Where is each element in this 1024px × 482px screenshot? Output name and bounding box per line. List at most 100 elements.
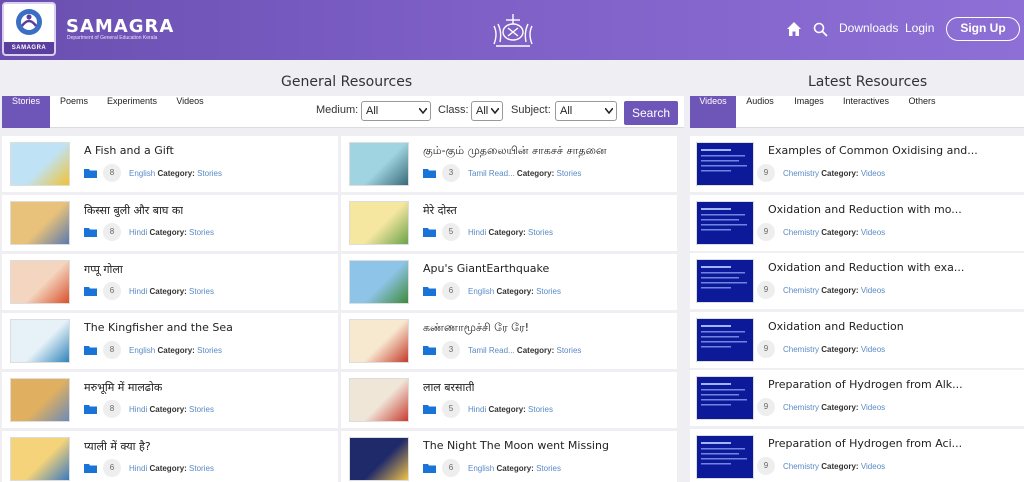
search-button[interactable]: Search [624,101,678,125]
general-resource-card[interactable]: प्याली में क्या है? 6 Hindi Category: Stor… [2,431,338,482]
samagra-logo[interactable]: SAMAGRA [2,2,56,56]
resource-category[interactable]: Stories [557,169,582,178]
resource-count: 5 [442,223,460,241]
latest-resource-card[interactable]: Oxidation and Reduction 9 Chemistry Catego… [690,311,1024,368]
resource-subject[interactable]: Chemistry [783,403,819,412]
resource-category[interactable]: Stories [189,287,214,296]
resource-count: 9 [757,281,775,299]
video-slide-graphic [701,441,747,464]
resource-category[interactable]: Stories [536,287,561,296]
general-resource-card[interactable]: The Night The Moon went Missing 6 English … [341,431,677,482]
resource-title: கண்ணாமூச்சி ரே ரே! [423,321,530,334]
resource-category[interactable]: Videos [861,228,885,237]
tab-experiments[interactable]: Experiments [100,96,164,128]
downloads-link[interactable]: Downloads [839,21,898,35]
resource-language[interactable]: Hindi [129,228,147,237]
general-resource-card[interactable]: Apu's GiantEarthquake 6 English Category: … [341,254,677,310]
medium-select[interactable]: All [361,101,431,121]
folder-icon [84,287,97,296]
subject-select[interactable]: All [555,101,617,121]
resource-category[interactable]: Videos [861,345,885,354]
video-thumbnail [696,434,754,479]
resource-language[interactable]: Hindi [129,405,147,414]
folder-icon [423,464,436,473]
latest-resource-card[interactable]: Examples of Common Oxidising and... 9 Chem… [690,136,1024,192]
resource-category[interactable]: Stories [197,346,222,355]
resource-language[interactable]: English [468,287,494,296]
resource-language[interactable]: Hindi [468,405,486,414]
category-label: Category: [516,169,555,178]
resource-count: 5 [442,400,460,418]
resource-subject[interactable]: Chemistry [783,462,819,471]
latest-resource-card[interactable]: Preparation of Hydrogen from Alk... 9 Chem… [690,370,1024,426]
home-icon[interactable] [786,21,802,37]
tab-stories[interactable]: Stories [2,96,50,128]
general-resource-card[interactable]: A Fish and a Gift 8 English Category: Stor… [2,136,338,192]
tab-videos[interactable]: Videos [168,96,212,128]
resource-meta: English Category: Stories [129,346,222,355]
resource-language[interactable]: English [129,346,155,355]
resource-subject[interactable]: Chemistry [783,169,819,178]
general-resource-card[interactable]: கும்-கும் முதலையின் சாகசச் சாதனை 3 Tamil R… [341,136,677,192]
general-resource-card[interactable]: கண்ணாமூச்சி ரே ரே! 3 Tamil Read... Categor… [341,313,677,369]
subject-value: All [560,105,573,117]
resource-category[interactable]: Videos [861,462,885,471]
general-resource-card[interactable]: मरुभूमि में मालढोक 8 Hindi Category: Stori… [2,372,338,428]
resource-thumbnail [349,142,409,186]
resource-category[interactable]: Stories [557,346,582,355]
resource-category[interactable]: Stories [197,169,222,178]
tab-latest-audios[interactable]: Audios [740,96,780,128]
resource-category[interactable]: Stories [536,464,561,473]
resource-subject[interactable]: Chemistry [783,228,819,237]
signup-button[interactable]: Sign Up [946,17,1020,41]
general-resource-card[interactable]: किस्सा बुली और बाघ का 8 Hindi Category: St… [2,195,338,251]
resource-title: किस्सा बुली और बाघ का [84,204,184,217]
resource-category[interactable]: Stories [189,405,214,414]
resource-language[interactable]: English [468,464,494,473]
folder-icon [84,228,97,237]
resource-category[interactable]: Stories [189,228,214,237]
class-select[interactable]: All [471,101,503,121]
latest-resource-card[interactable]: Oxidation and Reduction with exa... 9 Chem… [690,253,1024,309]
resource-category[interactable]: Stories [528,228,553,237]
chevron-down-icon [419,108,427,114]
resource-language[interactable]: Hindi [129,464,147,473]
resource-title: Oxidation and Reduction with exa... [768,261,965,274]
category-label: Category: [488,228,526,237]
tab-latest-interactives[interactable]: Interactives [838,96,894,128]
resource-language[interactable]: Hindi [468,228,486,237]
resource-category[interactable]: Videos [861,169,885,178]
resource-title: கும்-கும் முதலையின் சாகசச் சாதனை [423,144,607,157]
general-resource-card[interactable]: मेरे दोस्त 5 Hindi Category: Stories [341,195,677,251]
resource-category[interactable]: Videos [861,286,885,295]
resource-title: A Fish and a Gift [84,144,174,157]
tab-poems[interactable]: Poems [52,96,96,128]
resource-meta: Hindi Category: Stories [129,287,214,296]
resource-subject[interactable]: Chemistry [783,286,819,295]
resource-category[interactable]: Videos [861,403,885,412]
login-link[interactable]: Login [905,21,934,35]
resource-language[interactable]: Hindi [129,287,147,296]
tab-latest-images[interactable]: Images [788,96,830,128]
search-icon[interactable] [813,22,828,37]
resource-meta: Tamil Read... Category: Stories [468,169,581,178]
tab-latest-others[interactable]: Others [902,96,942,128]
resource-title: प्याली में क्या है? [84,440,151,453]
tab-latest-videos[interactable]: Videos [690,96,736,128]
latest-resource-card[interactable]: Preparation of Hydrogen from Aci... 9 Chem… [690,428,1024,482]
resource-subject[interactable]: Chemistry [783,345,819,354]
resource-language[interactable]: English [129,169,155,178]
resource-language[interactable]: Tamil Read... [468,169,515,178]
category-label: Category: [821,461,859,471]
resource-language[interactable]: Tamil Read... [468,346,515,355]
resource-category[interactable]: Stories [528,405,553,414]
general-resource-card[interactable]: गप्पू गोला 6 Hindi Category: Stories [2,254,338,310]
latest-resource-card[interactable]: Oxidation and Reduction with mo... 9 Chemi… [690,194,1024,251]
general-resource-card[interactable]: The Kingfisher and the Sea 8 English Categ… [2,313,338,369]
resource-thumbnail [349,201,409,245]
resource-thumbnail [10,378,70,422]
general-resource-card[interactable]: लाल बरसाती 5 Hindi Category: Stories [341,372,677,428]
resource-category[interactable]: Stories [189,464,214,473]
resource-thumbnail [349,378,409,422]
resource-count: 8 [103,341,121,359]
